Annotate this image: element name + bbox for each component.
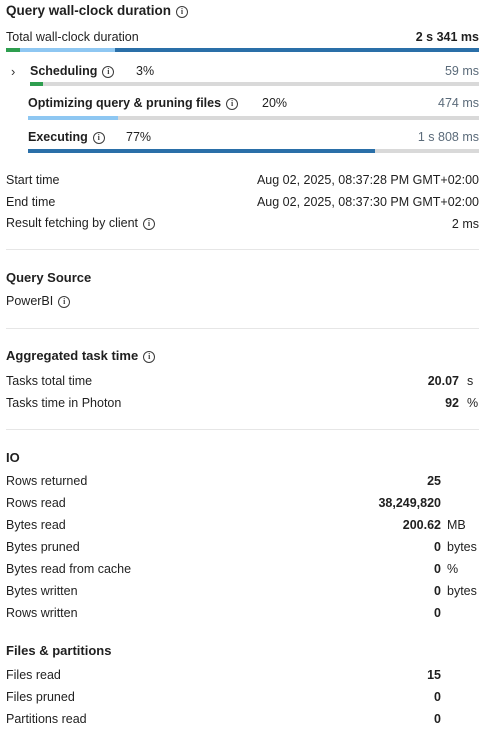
query-source-row: PowerBI i [6,294,71,308]
info-icon[interactable]: i [226,98,239,110]
end-time-value: Aug 02, 2025, 08:37:30 PM GMT+02:00 [256,195,479,209]
io-row-label: Rows read [6,496,66,510]
query-source-title: Query Source [6,270,92,285]
result-fetching-row: Result fetching by client i [6,216,156,230]
io-row-value: 0 [434,562,441,576]
aggregated-title-text: Aggregated task time [6,348,139,363]
phase-scheduling-bar [30,82,479,86]
io-row-value: 25 [427,474,441,488]
io-row-value: 0 [434,606,441,620]
io-row-value: 0 [434,540,441,554]
total-duration-bar [6,48,479,52]
io-row-value: 200.62 [402,518,441,532]
info-icon[interactable]: i [92,132,105,144]
phase-optimizing-percent: 20% [262,96,288,110]
tasks-total-time-value: 20.07 [427,374,459,388]
io-row-unit: bytes [447,540,477,554]
wallclock-title: Query wall-clock duration i [6,3,189,18]
phase-scheduling-label: Scheduling [30,64,98,78]
total-bar-executing-segment [115,48,479,52]
info-icon[interactable]: i [143,218,156,230]
result-fetching-value: 2 ms [451,217,479,231]
total-duration-value: 2 s 341 ms [415,30,479,44]
aggregated-title: Aggregated task time i [6,348,156,363]
files-row-label: Files pruned [6,690,75,704]
files-title: Files & partitions [6,643,112,658]
total-duration-label: Total wall-clock duration [6,30,139,44]
io-row-unit: bytes [447,584,477,598]
divider [6,328,479,329]
total-bar-scheduling-segment [6,48,20,52]
tasks-total-time-label: Tasks total time [6,374,93,388]
io-row-label: Bytes pruned [6,540,80,554]
files-row-value: 0 [434,712,441,726]
phase-executing-percent: 77% [126,130,152,144]
phase-optimizing: Optimizing query & pruning files i [28,96,239,110]
io-row-label: Rows returned [6,474,88,488]
io-row-label: Bytes written [6,584,78,598]
phase-optimizing-bar [28,116,479,120]
io-row-value: 0 [434,584,441,598]
wallclock-title-text: Query wall-clock duration [6,3,172,18]
divider [6,429,479,430]
start-time-value: Aug 02, 2025, 08:37:28 PM GMT+02:00 [256,173,479,187]
io-row-label: Bytes read [6,518,66,532]
info-icon[interactable]: i [102,66,115,78]
phase-scheduling-fill [30,82,43,86]
info-icon[interactable]: i [143,351,156,363]
tasks-photon-unit: % [467,396,479,410]
info-icon[interactable]: i [58,296,71,308]
files-row-label: Partitions read [6,712,87,726]
start-time-label: Start time [6,173,60,187]
tasks-photon-label: Tasks time in Photon [6,396,122,410]
tasks-total-time-unit: s [467,374,474,388]
info-icon[interactable]: i [176,6,189,18]
phase-executing-fill [28,149,375,153]
end-time-label: End time [6,195,56,209]
phase-optimizing-label: Optimizing query & pruning files [28,96,222,110]
phase-scheduling-percent: 3% [136,64,155,78]
phase-scheduling: Scheduling i [30,64,115,78]
expand-chevron-icon[interactable]: › [11,64,15,79]
phase-executing-label: Executing [28,130,88,144]
io-title: IO [6,450,20,465]
io-row-unit: % [447,562,459,576]
phase-optimizing-fill [28,116,118,120]
phase-executing: Executing i [28,130,105,144]
io-row-label: Rows written [6,606,78,620]
phase-executing-value: 1 s 808 ms [417,130,479,144]
query-source-value: PowerBI [6,294,54,308]
phase-scheduling-value: 59 ms [444,64,479,78]
files-row-label: Files read [6,668,61,682]
tasks-photon-value: 92 [445,396,459,410]
io-row-unit: MB [447,518,466,532]
phase-executing-bar [28,149,479,153]
files-row-value: 0 [434,690,441,704]
io-row-value: 38,249,820 [378,496,441,510]
phase-optimizing-value: 474 ms [438,96,479,110]
divider [6,249,479,250]
result-fetching-label: Result fetching by client [6,216,139,230]
total-bar-optimizing-segment [20,48,115,52]
files-row-value: 15 [427,668,441,682]
io-row-label: Bytes read from cache [6,562,132,576]
